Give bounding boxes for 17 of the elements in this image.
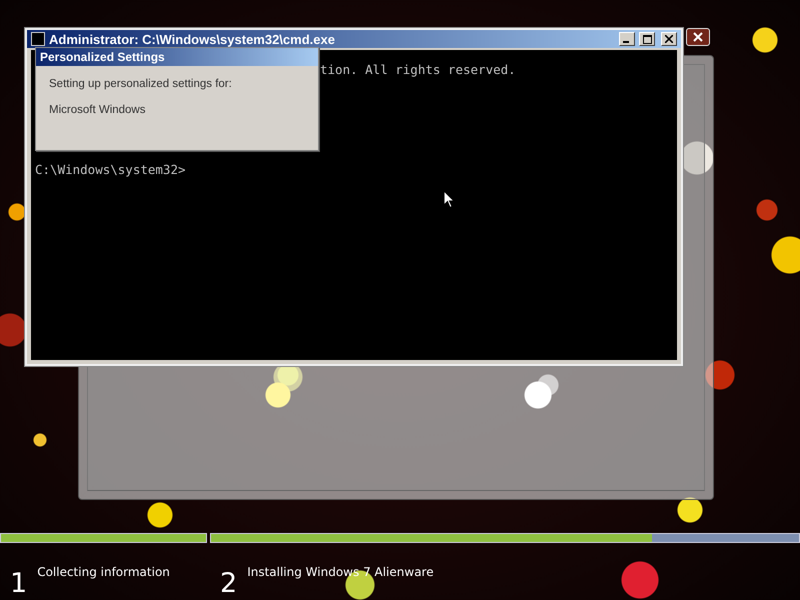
close-icon <box>665 35 673 43</box>
console-line: tion. All rights reserved. <box>320 61 517 79</box>
step-number: 1 <box>10 569 28 599</box>
console-line: C:\Windows\system32> <box>35 161 187 179</box>
window-title: Administrator: C:\Windows\system32\cmd.exe <box>49 32 336 46</box>
minimize-button[interactable] <box>619 32 635 46</box>
maximize-icon <box>642 34 652 44</box>
dialog-message: Setting up personalized settings for: <box>49 78 233 90</box>
step-label: Installing Windows 7 Alienware <box>247 565 434 579</box>
step-number: 2 <box>220 569 238 599</box>
dialog-title: Personalized Settings <box>36 48 318 66</box>
close-button[interactable] <box>686 28 710 46</box>
maximize-button[interactable] <box>639 32 655 46</box>
step-label: Collecting information <box>37 565 170 579</box>
close-icon <box>693 32 703 42</box>
dialog-item: Microsoft Windows <box>49 104 146 116</box>
mouse-cursor-icon <box>443 190 455 209</box>
